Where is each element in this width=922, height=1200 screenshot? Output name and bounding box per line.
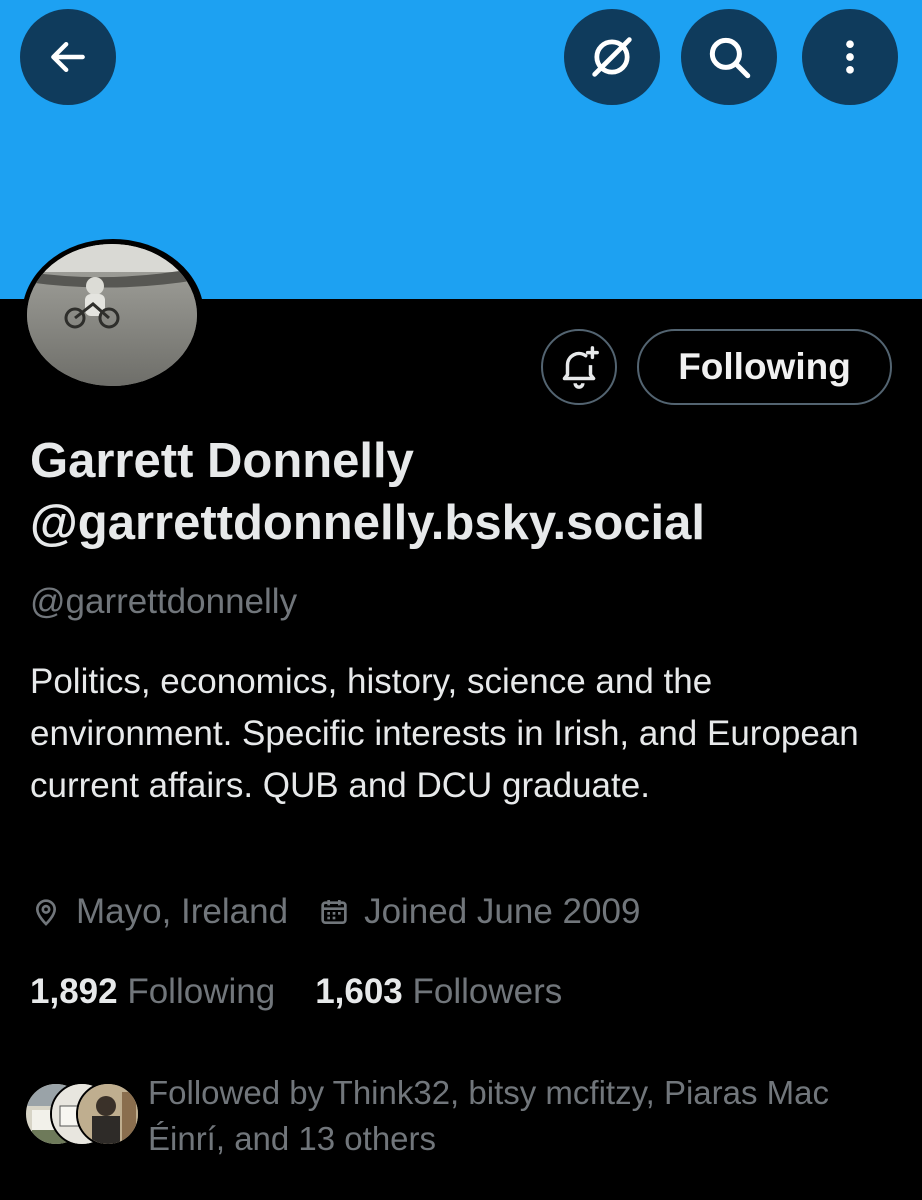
following-count: 1,892 <box>30 972 118 1011</box>
location-text: Mayo, Ireland <box>76 892 289 931</box>
search-button[interactable] <box>681 9 777 105</box>
join-date: Joined June 2009 <box>318 892 640 932</box>
search-icon <box>709 37 751 79</box>
avatar-photo <box>27 244 197 386</box>
notifications-button[interactable] <box>541 329 617 405</box>
join-date-text: Joined June 2009 <box>364 892 641 931</box>
avatar[interactable] <box>27 244 197 386</box>
back-button[interactable] <box>20 9 116 105</box>
more-options-button[interactable] <box>802 9 898 105</box>
location-pin-icon <box>35 899 57 926</box>
profile-meta: Mayo, Ireland Joined June 2009 <box>30 892 640 932</box>
followers-count: 1,603 <box>315 972 403 1011</box>
followed-by-text[interactable]: Followed by Think32, bitsy mcfitzy, Piar… <box>148 1070 908 1162</box>
following-link[interactable]: 1,892 Following <box>30 972 275 1012</box>
following-label: Following <box>127 972 276 1011</box>
location: Mayo, Ireland <box>30 892 288 932</box>
grok-button[interactable] <box>564 9 660 105</box>
profile-bio: Politics, economics, history, science an… <box>30 662 859 805</box>
slashed-circle-icon <box>592 37 632 77</box>
followed-by-avatars[interactable] <box>24 1082 140 1146</box>
display-name: Garrett Donnelly @garrettdonnelly.bsky.s… <box>30 434 705 550</box>
follower-avatar <box>76 1082 140 1146</box>
followers-label: Followers <box>412 972 563 1011</box>
arrow-left-icon <box>51 41 85 73</box>
user-handle: @garrettdonnelly <box>30 582 298 621</box>
more-vertical-icon <box>846 40 854 74</box>
followers-link[interactable]: 1,603 Followers <box>315 972 562 1012</box>
follow-counts: 1,892 Following 1,603 Followers <box>30 972 562 1012</box>
bell-plus-icon <box>562 346 599 389</box>
following-button[interactable]: Following <box>637 329 892 405</box>
calendar-icon <box>321 900 347 924</box>
